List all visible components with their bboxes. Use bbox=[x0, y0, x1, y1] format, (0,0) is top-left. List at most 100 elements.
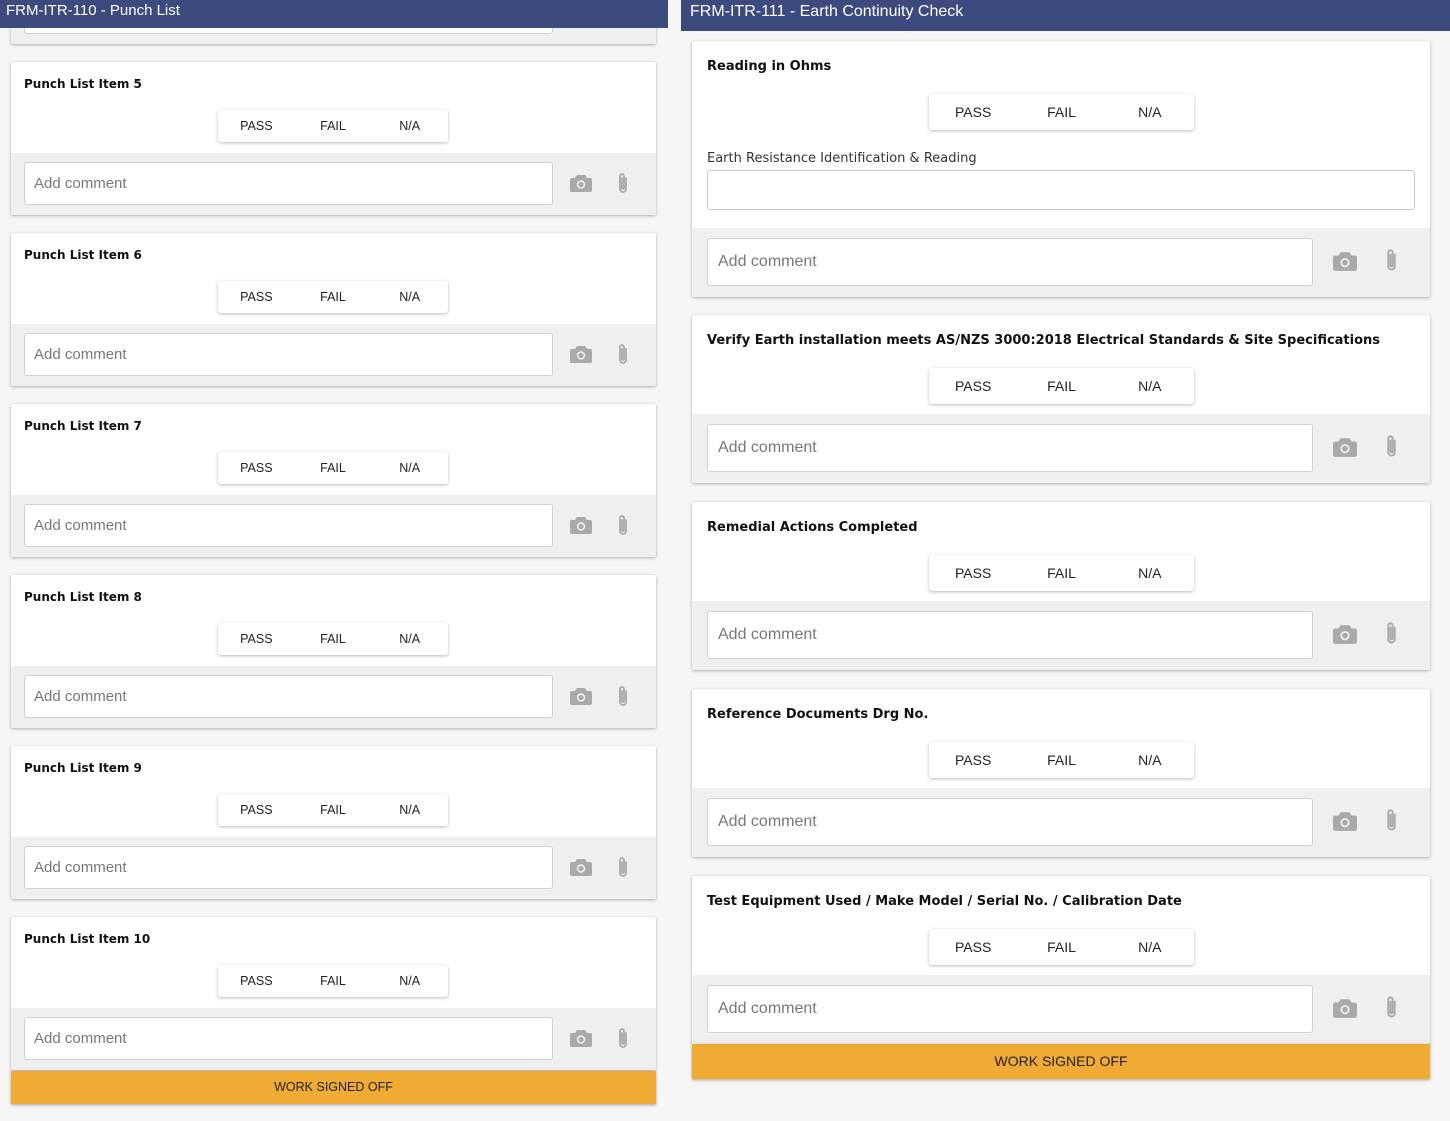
work-signed-off-button[interactable]: WORK SIGNED OFF bbox=[11, 1071, 656, 1104]
na-option[interactable]: N/A bbox=[371, 452, 448, 484]
na-option[interactable]: N/A bbox=[371, 794, 448, 826]
camera-icon[interactable] bbox=[570, 1029, 592, 1052]
paperclip-icon[interactable] bbox=[1384, 621, 1399, 652]
fail-option[interactable]: FAIL bbox=[1017, 742, 1105, 778]
comment-area: Add comment bbox=[692, 228, 1430, 297]
form-title: FRM-ITR-111 - Earth Continuity Check bbox=[690, 3, 964, 20]
fail-option[interactable]: FAIL bbox=[1017, 929, 1105, 965]
pass-option[interactable]: PASS bbox=[218, 110, 295, 142]
comment-input[interactable]: Add comment bbox=[24, 1017, 553, 1060]
camera-icon[interactable] bbox=[1333, 998, 1357, 1023]
pass-option[interactable]: PASS bbox=[929, 555, 1017, 591]
pass-option[interactable]: PASS bbox=[929, 742, 1017, 778]
camera-icon[interactable] bbox=[570, 516, 592, 539]
comment-area: Add comment bbox=[11, 324, 656, 386]
pass-option[interactable]: PASS bbox=[218, 794, 295, 826]
na-option[interactable]: N/A bbox=[1106, 94, 1194, 130]
comment-input[interactable]: Add comment bbox=[707, 985, 1313, 1033]
result-toggle: PASS FAIL N/A bbox=[929, 368, 1194, 404]
comment-input[interactable]: Add comment bbox=[24, 675, 553, 718]
pass-option[interactable]: PASS bbox=[218, 965, 295, 997]
result-toggle: PASS FAIL N/A bbox=[929, 94, 1194, 130]
pass-option[interactable]: PASS bbox=[929, 929, 1017, 965]
result-toggle: PASS FAIL N/A bbox=[218, 965, 448, 997]
punch-item-card: Punch List Item 10 PASS FAIL N/A Add com… bbox=[11, 917, 656, 1070]
item-title: Test Equipment Used / Make Model / Seria… bbox=[707, 894, 1182, 909]
result-toggle: PASS FAIL N/A bbox=[218, 623, 448, 655]
paperclip-icon[interactable] bbox=[1384, 808, 1399, 839]
item-title: Punch List Item 10 bbox=[24, 932, 151, 946]
paperclip-icon[interactable] bbox=[616, 343, 630, 372]
na-option[interactable]: N/A bbox=[1106, 929, 1194, 965]
punch-list-panel: FRM-ITR-110 - Punch List Punch List Item… bbox=[0, 0, 668, 1121]
result-toggle: PASS FAIL N/A bbox=[929, 742, 1194, 778]
paperclip-icon[interactable] bbox=[1384, 995, 1399, 1026]
paperclip-icon[interactable] bbox=[1384, 434, 1399, 465]
check-item-card: Reference Documents Drg No. PASS FAIL N/… bbox=[692, 689, 1430, 857]
fail-option[interactable]: FAIL bbox=[1017, 94, 1105, 130]
comment-input[interactable]: Add comment bbox=[24, 846, 553, 889]
paperclip-icon[interactable] bbox=[616, 1027, 630, 1056]
fail-option[interactable]: FAIL bbox=[295, 452, 372, 484]
comment-input[interactable]: Add comment bbox=[707, 798, 1313, 846]
pass-option[interactable]: PASS bbox=[929, 94, 1017, 130]
camera-icon[interactable] bbox=[1333, 437, 1357, 462]
comment-area: Add comment bbox=[692, 601, 1430, 670]
comment-input[interactable]: Add comment bbox=[707, 424, 1313, 472]
camera-icon[interactable] bbox=[570, 858, 592, 881]
na-option[interactable]: N/A bbox=[371, 965, 448, 997]
camera-icon[interactable] bbox=[1333, 251, 1357, 276]
form-title: FRM-ITR-110 - Punch List bbox=[6, 2, 180, 19]
paperclip-icon[interactable] bbox=[616, 856, 630, 885]
camera-icon[interactable] bbox=[570, 345, 592, 368]
check-item-card: Test Equipment Used / Make Model / Seria… bbox=[692, 876, 1430, 1044]
comment-input[interactable]: Add comment bbox=[24, 162, 553, 205]
comment-input[interactable]: Add comment bbox=[707, 238, 1313, 286]
paperclip-icon[interactable] bbox=[616, 172, 630, 201]
fail-option[interactable]: FAIL bbox=[295, 965, 372, 997]
item-title: Punch List Item 7 bbox=[24, 419, 142, 433]
camera-icon[interactable] bbox=[570, 687, 592, 710]
pass-option[interactable]: PASS bbox=[218, 623, 295, 655]
fail-option[interactable]: FAIL bbox=[295, 110, 372, 142]
na-option[interactable]: N/A bbox=[1106, 555, 1194, 591]
comment-area: Add comment bbox=[11, 666, 656, 728]
form-title-bar: FRM-ITR-111 - Earth Continuity Check bbox=[681, 0, 1450, 31]
camera-icon[interactable] bbox=[1333, 624, 1357, 649]
paperclip-icon[interactable] bbox=[616, 685, 630, 714]
earth-resistance-input[interactable] bbox=[707, 170, 1415, 210]
fail-option[interactable]: FAIL bbox=[295, 623, 372, 655]
fail-option[interactable]: FAIL bbox=[295, 794, 372, 826]
comment-input[interactable]: Add comment bbox=[24, 504, 553, 547]
comment-area: Add comment bbox=[11, 495, 656, 557]
result-toggle: PASS FAIL N/A bbox=[929, 555, 1194, 591]
comment-input[interactable]: Add comment bbox=[24, 333, 553, 376]
check-item-card: Verify Earth installation meets AS/NZS 3… bbox=[692, 315, 1430, 483]
pass-option[interactable]: PASS bbox=[218, 452, 295, 484]
camera-icon[interactable] bbox=[570, 174, 592, 197]
item-title: Remedial Actions Completed bbox=[707, 520, 918, 535]
result-toggle: PASS FAIL N/A bbox=[218, 110, 448, 142]
fail-option[interactable]: FAIL bbox=[1017, 555, 1105, 591]
paperclip-icon[interactable] bbox=[616, 514, 630, 543]
punch-item-card: Punch List Item 5 PASS FAIL N/A Add comm… bbox=[11, 62, 656, 215]
na-option[interactable]: N/A bbox=[1106, 368, 1194, 404]
check-item-card: Reading in Ohms PASS FAIL N/A Earth Resi… bbox=[692, 41, 1430, 297]
fail-option[interactable]: FAIL bbox=[1017, 368, 1105, 404]
na-option[interactable]: N/A bbox=[371, 623, 448, 655]
form-title-bar: FRM-ITR-110 - Punch List bbox=[0, 0, 668, 28]
na-option[interactable]: N/A bbox=[371, 281, 448, 313]
comment-area: Add comment bbox=[11, 1008, 656, 1070]
field-label: Earth Resistance Identification & Readin… bbox=[707, 151, 977, 166]
earth-continuity-panel: FRM-ITR-111 - Earth Continuity Check Rea… bbox=[681, 0, 1450, 1121]
camera-icon[interactable] bbox=[1333, 811, 1357, 836]
work-signed-off-button[interactable]: WORK SIGNED OFF bbox=[692, 1044, 1430, 1079]
pass-option[interactable]: PASS bbox=[218, 281, 295, 313]
na-option[interactable]: N/A bbox=[371, 110, 448, 142]
comment-input[interactable]: Add comment bbox=[707, 611, 1313, 659]
paperclip-icon[interactable] bbox=[1384, 248, 1399, 279]
punch-item-card: Punch List Item 7 PASS FAIL N/A Add comm… bbox=[11, 404, 656, 557]
fail-option[interactable]: FAIL bbox=[295, 281, 372, 313]
na-option[interactable]: N/A bbox=[1106, 742, 1194, 778]
pass-option[interactable]: PASS bbox=[929, 368, 1017, 404]
